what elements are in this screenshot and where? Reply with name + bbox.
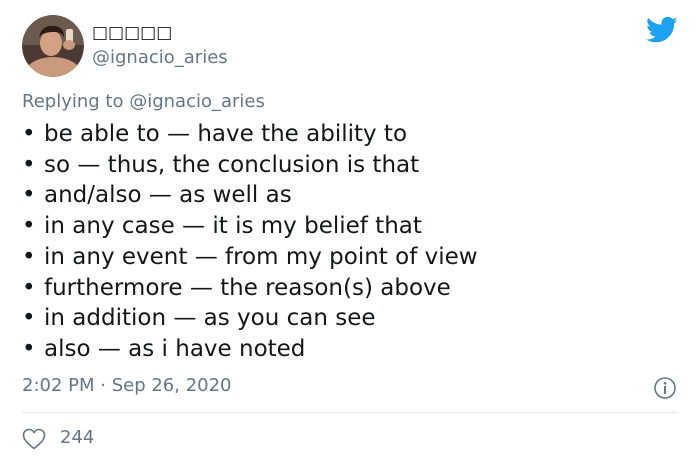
list-item-text: be able to — have the ability to [44,121,408,147]
list-item-text: in any event — from my point of view [44,243,478,270]
replying-to-handle[interactable]: @ignacio_aries [129,91,265,112]
tweet-body: • be able to — have the ability to • so — … [22,119,478,365]
display-name[interactable]: □□□□□ [92,23,172,43]
list-item: • in addition — as you can see [22,305,376,332]
list-item-text: so — thus, the conclusion is that [44,151,420,178]
avatar[interactable] [22,15,84,77]
replying-to-label: Replying to [22,91,124,112]
tweet-card: □□□□□ @ignacio_aries Replying to @ignaci… [0,0,700,467]
list-item: • furthermore — the reason(s) above [22,274,451,301]
heart-icon[interactable] [22,428,46,450]
list-item-text: also — as i have noted [44,335,306,362]
user-handle[interactable]: @ignacio_aries [92,47,228,69]
divider [22,412,678,413]
like-count[interactable]: 244 [60,427,94,449]
list-item: • in any event — from my point of view [22,243,478,270]
info-icon[interactable] [653,376,677,400]
list-item-text: in any case — it is my belief that [44,213,422,240]
list-item: • so — thus, the conclusion is that [22,151,420,178]
avatar-image [22,15,84,77]
list-item-text: furthermore — the reason(s) above [44,274,451,301]
list-item: • in any case — it is my belief that [22,213,422,240]
timestamp[interactable]: 2:02 PM · Sep 26, 2020 [22,375,232,397]
list-item-text: and/also — as well as [44,182,292,209]
list-item: • and/also — as well as [22,182,292,209]
list-item: • be able to — have the ability to [22,121,408,147]
replying-to: Replying to @ignacio_aries [22,91,265,113]
twitter-bird-icon[interactable] [646,16,678,44]
list-item-text: in addition — as you can see [44,305,376,332]
list-item: • also — as i have noted [22,335,306,362]
